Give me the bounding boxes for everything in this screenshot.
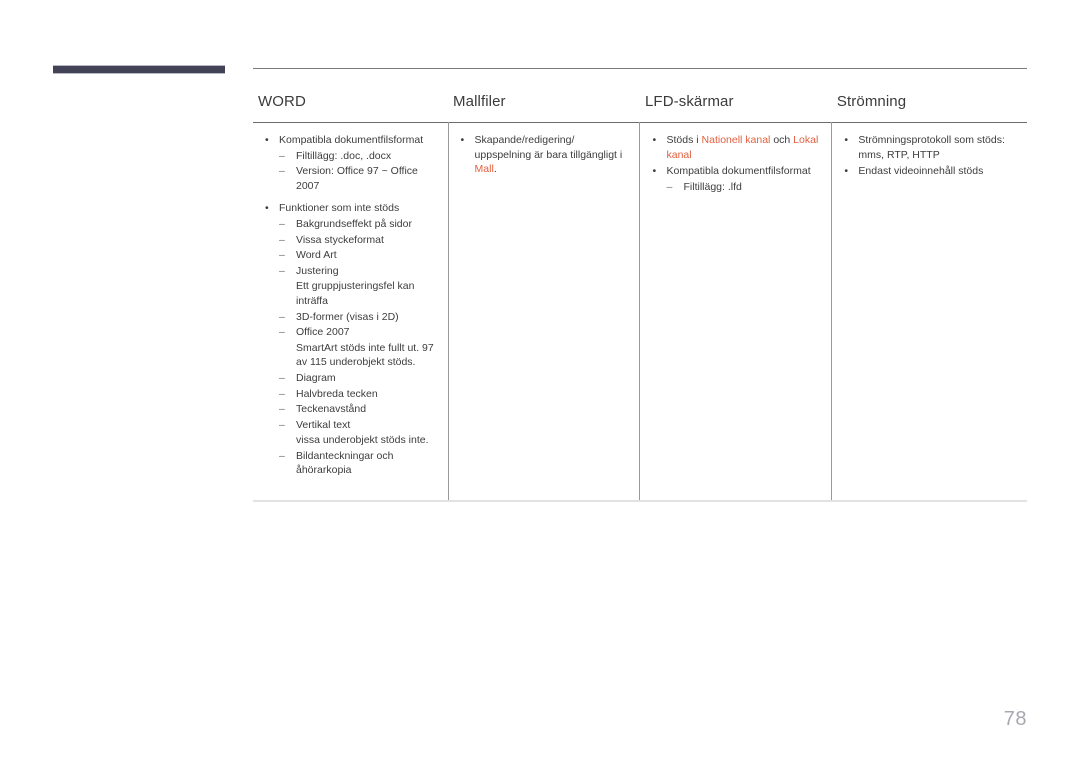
sub-bullet-list: Bakgrundseffekt på sidorVissa styckeform…	[279, 217, 440, 478]
list-item-note: Ett gruppjusteringsfel kan inträffa	[296, 280, 415, 307]
list-item-label: Kompatibla dokumentfilsformat	[666, 165, 811, 178]
cell-mallfiler: Skapande/redigering/ uppspelning är bara…	[448, 122, 641, 503]
sub-list-item: Office 2007	[279, 325, 440, 340]
text-fragment: .	[493, 163, 497, 176]
list-item: Kompatibla dokumentfilsformat Filtillägg:…	[257, 132, 440, 194]
column-header-mallfiler: Mallfiler	[448, 69, 640, 123]
column-header-word: WORD	[253, 69, 448, 123]
list-item-label: Stöds i Nationell kanal och Lokal kanal	[666, 134, 818, 161]
table-row: Kompatibla dokumentfilsformat Filtillägg:…	[253, 122, 1027, 503]
bullet-list-word: Kompatibla dokumentfilsformat Filtillägg:…	[257, 132, 440, 478]
table-body: Kompatibla dokumentfilsformat Filtillägg:…	[253, 122, 1027, 503]
text-fragment: Stöds i	[666, 134, 702, 146]
column-header-lfd-skarmar: LFD-skärmar	[640, 69, 832, 123]
sub-list-item: Vertikal text	[279, 418, 440, 433]
compatibility-table-wrapper: WORD Mallfiler LFD-skärmar Strömning Kom…	[253, 68, 1027, 503]
list-item: Kompatibla dokumentfilsformat Filtillägg:…	[644, 164, 823, 194]
list-item-label: Funktioner som inte stöds	[279, 202, 400, 215]
cell-stromning: Strömningsprotokoll som stöds: mms, RTP,…	[831, 122, 1027, 503]
bullet-list-stromning: Strömningsprotokoll som stöds: mms, RTP,…	[836, 132, 1019, 179]
decorative-header-bar	[53, 65, 225, 74]
sub-list-item: Filtillägg: .doc, .docx	[279, 149, 440, 164]
accent-term: Nationell kanal	[701, 134, 771, 146]
sub-list-item: Diagram	[279, 371, 440, 386]
bullet-list-lfd-skarmar: Stöds i Nationell kanal och Lokal kanal K…	[644, 132, 823, 194]
column-header-mallfiler-label: Mallfiler	[453, 93, 506, 110]
sub-bullet-list: Filtillägg: .lfd	[666, 180, 823, 195]
column-header-word-label: WORD	[258, 93, 306, 110]
sub-list-item: Bildanteckningar och åhörarkopia	[279, 449, 440, 478]
column-header-stromning-label: Strömning	[836, 93, 907, 110]
list-item-label: Kompatibla dokumentfilsformat	[279, 134, 424, 146]
table-header-row: WORD Mallfiler LFD-skärmar Strömning	[253, 69, 1027, 123]
sub-bullet-list: Filtillägg: .doc, .docxVersion: Office 9…	[279, 149, 440, 194]
list-item-label: Skapande/redigering/ uppspelning är bara…	[475, 134, 623, 175]
column-header-lfd-skarmar-label: LFD-skärmar	[644, 93, 734, 110]
cell-lfd-skarmar: Stöds i Nationell kanal och Lokal kanal K…	[639, 122, 833, 503]
cell-word: Kompatibla dokumentfilsformat Filtillägg:…	[253, 122, 449, 503]
page-number: 78	[1003, 708, 1027, 730]
sub-list-item: Filtillägg: .lfd	[666, 180, 823, 195]
sub-list-item: Version: Office 97 ~ Office 2007	[279, 164, 440, 193]
list-item-label: Endast videoinnehåll stöds	[858, 165, 984, 178]
sub-list-item: Justering	[279, 264, 440, 279]
bullet-list-mallfiler: Skapande/redigering/ uppspelning är bara…	[453, 133, 632, 177]
text-fragment: och	[770, 134, 794, 146]
list-item: Skapande/redigering/ uppspelning är bara…	[453, 133, 632, 177]
list-item-note: vissa underobjekt stöds inte.	[296, 434, 429, 447]
sub-list-item: Halvbreda tecken	[279, 387, 440, 402]
sub-list-item: Word Art	[279, 248, 440, 263]
sub-list-item: Teckenavstånd	[279, 402, 440, 417]
list-item-note: SmartArt stöds inte fullt ut. 97 av 115 …	[296, 341, 434, 369]
list-item: Funktioner som inte stöds Bakgrundseffekt…	[257, 201, 440, 478]
list-item: Stöds i Nationell kanal och Lokal kanal	[644, 132, 823, 162]
accent-term: Mall	[474, 163, 494, 176]
sub-list-item: Vissa styckeformat	[279, 233, 440, 248]
sub-list-item: 3D-former (visas i 2D)	[279, 310, 440, 325]
list-item: Endast videoinnehåll stöds	[836, 164, 1019, 179]
file-format-compatibility-table: WORD Mallfiler LFD-skärmar Strömning Kom…	[253, 69, 1027, 503]
text-fragment: Skapande/redigering/ uppspelning är bara…	[474, 134, 623, 161]
list-item: Strömningsprotokoll som stöds: mms, RTP,…	[836, 132, 1019, 162]
list-item-label: Strömningsprotokoll som stöds: mms, RTP,…	[858, 134, 1005, 161]
column-header-stromning: Strömning	[832, 69, 1027, 123]
sub-list-item: Bakgrundseffekt på sidor	[279, 217, 440, 232]
